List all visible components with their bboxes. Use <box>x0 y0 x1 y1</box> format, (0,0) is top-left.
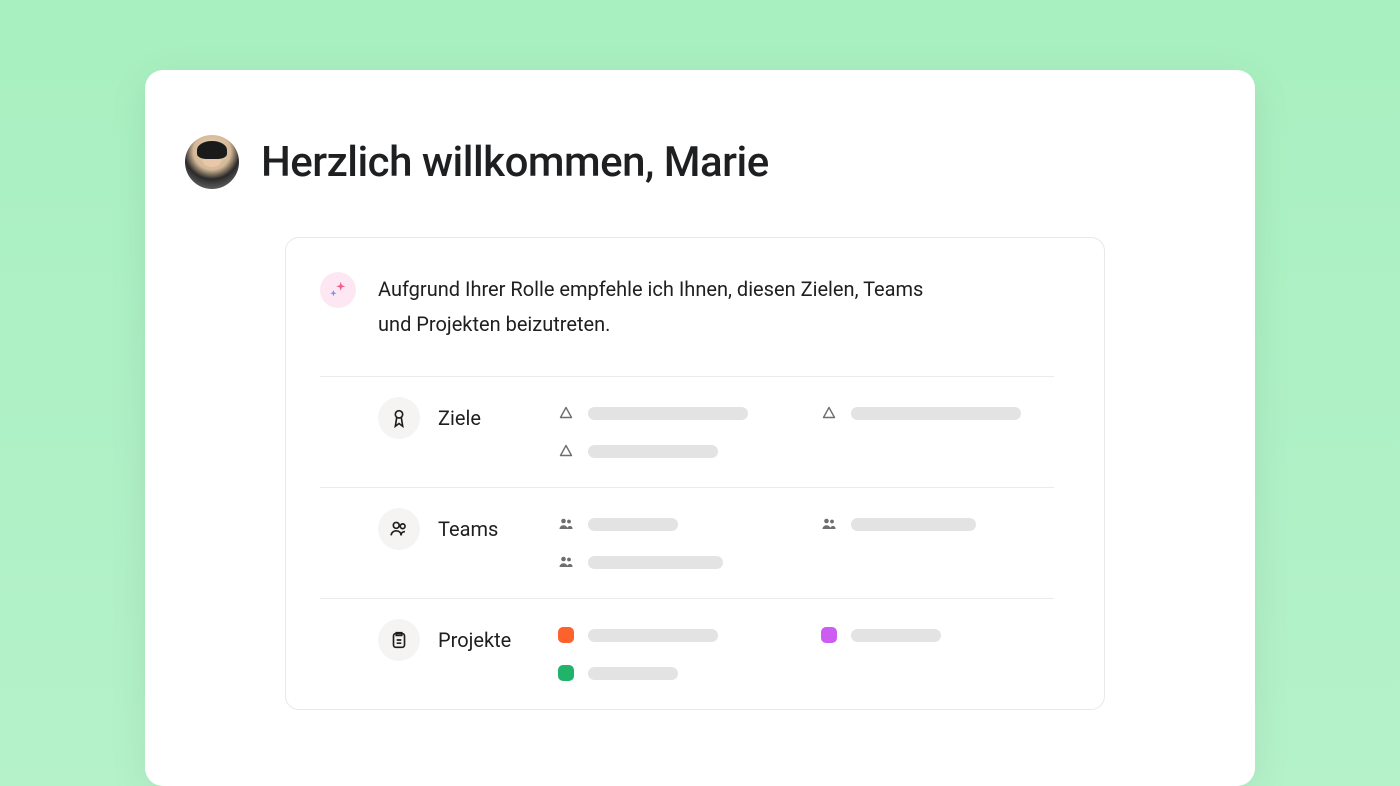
section-goals: Ziele <box>320 376 1054 487</box>
projects-icon <box>378 619 420 661</box>
triangle-icon <box>558 405 574 421</box>
team-item[interactable] <box>821 516 1054 532</box>
goal-item[interactable] <box>558 405 791 421</box>
recommendations-panel: Aufgrund Ihrer Rolle empfehle ich Ihnen,… <box>285 237 1105 710</box>
welcome-title: Herzlich willkommen, Marie <box>261 138 769 187</box>
project-color-swatch <box>558 665 574 681</box>
teams-icon <box>378 508 420 550</box>
projects-label: Projekte <box>438 628 511 652</box>
team-item[interactable] <box>558 554 791 570</box>
goals-label: Ziele <box>438 406 481 430</box>
welcome-card: Herzlich willkommen, Marie Aufgrund Ihre… <box>145 70 1255 786</box>
project-item[interactable] <box>558 665 791 681</box>
welcome-header: Herzlich willkommen, Marie <box>185 135 1155 189</box>
people-icon <box>558 516 574 532</box>
goal-placeholder <box>588 407 748 420</box>
project-placeholder <box>588 667 678 680</box>
triangle-icon <box>558 443 574 459</box>
section-projects: Projekte <box>320 598 1054 709</box>
triangle-icon <box>821 405 837 421</box>
teams-label: Teams <box>438 517 498 541</box>
goal-item[interactable] <box>821 405 1054 421</box>
team-item[interactable] <box>558 516 791 532</box>
project-color-swatch <box>558 627 574 643</box>
project-item[interactable] <box>558 627 791 643</box>
team-placeholder <box>851 518 976 531</box>
goal-placeholder <box>851 407 1021 420</box>
goal-item[interactable] <box>558 443 791 459</box>
recommendation-intro: Aufgrund Ihrer Rolle empfehle ich Ihnen,… <box>320 272 1054 342</box>
people-icon <box>558 554 574 570</box>
goal-placeholder <box>588 445 718 458</box>
sparkle-icon <box>320 272 356 308</box>
goals-icon <box>378 397 420 439</box>
team-placeholder <box>588 556 723 569</box>
section-teams: Teams <box>320 487 1054 598</box>
team-placeholder <box>588 518 678 531</box>
project-placeholder <box>588 629 718 642</box>
project-placeholder <box>851 629 941 642</box>
project-color-swatch <box>821 627 837 643</box>
people-icon <box>821 516 837 532</box>
project-item[interactable] <box>821 627 1054 643</box>
user-avatar[interactable] <box>185 135 239 189</box>
recommendation-text: Aufgrund Ihrer Rolle empfehle ich Ihnen,… <box>378 272 958 342</box>
